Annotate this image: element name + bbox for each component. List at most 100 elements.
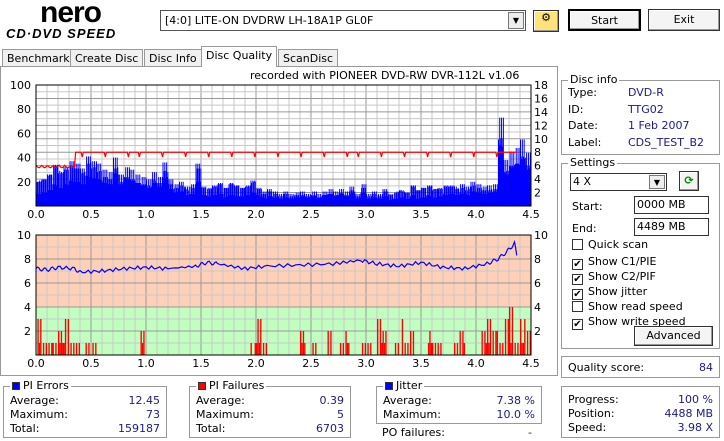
chevron-down-icon[interactable]: ▼ <box>649 175 665 189</box>
x-tick-label: 1.0 <box>137 208 155 221</box>
checkbox-show-c2-pif[interactable]: ✔ Show C2/PIF <box>572 270 656 285</box>
checkbox-box[interactable]: ✔ <box>572 259 583 270</box>
pif-bar <box>481 331 483 355</box>
type-value: DVD-R <box>628 86 664 99</box>
pif-bar <box>407 343 409 355</box>
pif-bar <box>514 343 516 355</box>
pif-bar <box>361 343 364 355</box>
jitter-avg: 7.38 % <box>496 394 535 407</box>
pif-bar <box>463 343 465 355</box>
pif-bar <box>526 331 529 355</box>
pif-bar <box>48 343 50 355</box>
checkbox-box[interactable]: ✔ <box>572 319 583 330</box>
total-label: Total: <box>10 422 40 435</box>
y2-tick-label: 4 <box>534 301 541 314</box>
date-label: Date: <box>568 119 598 132</box>
exit-button[interactable]: Exit <box>648 9 720 31</box>
pif-bar <box>410 331 412 355</box>
checkbox-box[interactable]: ✔ <box>572 289 583 300</box>
y-tick-label: 80 <box>17 103 31 116</box>
pif-bar <box>487 319 489 355</box>
pif-bar <box>67 319 69 355</box>
progress-label: Progress: <box>568 393 619 406</box>
disc-info-group: Disc info Type: DVD-R ID: TTG02 Date: 1 Feb… <box>561 73 720 155</box>
quality-score-label: Quality score: <box>568 361 645 374</box>
pif-bar <box>427 343 430 355</box>
tab-benchmark[interactable]: Benchmark <box>2 49 75 67</box>
pif-bar <box>143 331 145 355</box>
pi-errors-title: PI Errors <box>23 379 69 392</box>
pif-bar <box>504 319 507 355</box>
settings-group: Settings 4 X ▼ ⟳ Start: 0000 MB End: 4489… <box>561 156 720 349</box>
y-tick-label: 40 <box>17 152 31 165</box>
start-input[interactable]: 0000 MB <box>634 196 709 214</box>
date-value: 1 Feb 2007 <box>628 119 690 132</box>
avg-label: Average: <box>196 394 245 407</box>
quality-score-box: Quality score: 84 <box>561 356 720 378</box>
start-button[interactable]: Start <box>568 9 641 31</box>
x-tick-label: 3.0 <box>357 208 375 221</box>
advanced-button[interactable]: Advanced <box>634 326 713 346</box>
jitter-max: 10.0 % <box>496 408 535 421</box>
pi-errors-group: PI Errors Average: 12.45 Maximum: 73 Total… <box>3 379 167 438</box>
max-label: Maximum: <box>196 408 254 421</box>
drive-select[interactable]: [4:0] LITE-ON DVDRW LH-18A1P GL0F ▼ <box>160 10 526 31</box>
drive-value: [4:0] LITE-ON DVDRW LH-18A1P GL0F <box>165 14 374 27</box>
pif-bar <box>462 331 464 355</box>
checkbox-show-c1-pie[interactable]: ✔ Show C1/PIE <box>572 255 657 270</box>
y2-tick-label: 4 <box>534 173 541 186</box>
checkbox-quick-scan[interactable]: Quick scan <box>572 238 648 252</box>
refresh-icon[interactable]: ⟳ <box>679 171 699 191</box>
pif-bar <box>262 343 265 355</box>
y2-tick-label: 8 <box>534 253 541 266</box>
eject-icon[interactable]: ⚙ <box>533 10 559 32</box>
logo-text: nero <box>40 0 102 29</box>
disc-quality-charts: 0.0 0.5 1.0 1.5 2.0 2.5 3.0 3.5 4.0 4.5 20 40 60 80 10… <box>10 79 548 370</box>
pif-bar <box>70 343 72 355</box>
po-failures-label: PO failures: <box>382 426 445 439</box>
pif-bar <box>141 343 144 355</box>
cd-dvd-speed-logo: CD·DVD SPEED <box>6 26 116 41</box>
x-tick-label: 2.5 <box>302 208 320 221</box>
speed-select[interactable]: 4 X ▼ <box>570 173 667 191</box>
pif-bar <box>404 343 406 355</box>
pif-bar <box>521 343 523 355</box>
tab-disc-info[interactable]: Disc Info <box>144 49 202 67</box>
speed-value: 4 X <box>573 175 592 188</box>
pif-bar <box>496 331 498 355</box>
position-value: 4488 MB <box>664 407 713 420</box>
pif-bar <box>397 343 399 355</box>
checkbox-label: Show C1/PIE <box>588 255 657 268</box>
y-tick-label: 100 <box>10 79 31 92</box>
pif-bar <box>58 331 60 355</box>
pif-bar <box>401 319 404 355</box>
pif-bar <box>85 343 87 355</box>
total-label: Total: <box>196 422 226 435</box>
pif-bar <box>301 343 303 355</box>
avg-label: Average: <box>10 394 59 407</box>
disc-info-title: Disc info <box>568 73 620 86</box>
tab-create-disc[interactable]: Create Disc <box>70 49 144 67</box>
checkbox-show-read-speed[interactable]: Show read speed <box>572 300 683 314</box>
end-input[interactable]: 4489 MB <box>634 218 709 236</box>
settings-title: Settings <box>568 156 618 169</box>
x-tick-label: 1.0 <box>137 357 155 370</box>
tab-disc-quality[interactable]: Disc Quality <box>201 46 278 67</box>
checkbox-box[interactable] <box>572 301 583 312</box>
checkbox-box[interactable]: ✔ <box>572 274 583 285</box>
pif-bar <box>348 343 350 355</box>
pif-bar <box>440 343 442 355</box>
checkbox-box[interactable] <box>572 239 583 250</box>
chevron-down-icon[interactable]: ▼ <box>508 12 524 29</box>
pi-errors-total: 159187 <box>118 422 160 435</box>
x-tick-label: 2.5 <box>302 357 320 370</box>
pif-bar <box>42 343 45 355</box>
pi-failures-total: 6703 <box>316 422 344 435</box>
label-label: Label: <box>568 136 602 149</box>
pif-bar <box>345 331 347 355</box>
pif-bar <box>432 343 434 355</box>
tab-scandisc[interactable]: ScanDisc <box>278 49 339 67</box>
checkbox-show-jitter[interactable]: ✔ Show jitter <box>572 285 647 300</box>
pif-bar <box>63 343 65 355</box>
speed-value: 3.98 X <box>677 421 713 434</box>
